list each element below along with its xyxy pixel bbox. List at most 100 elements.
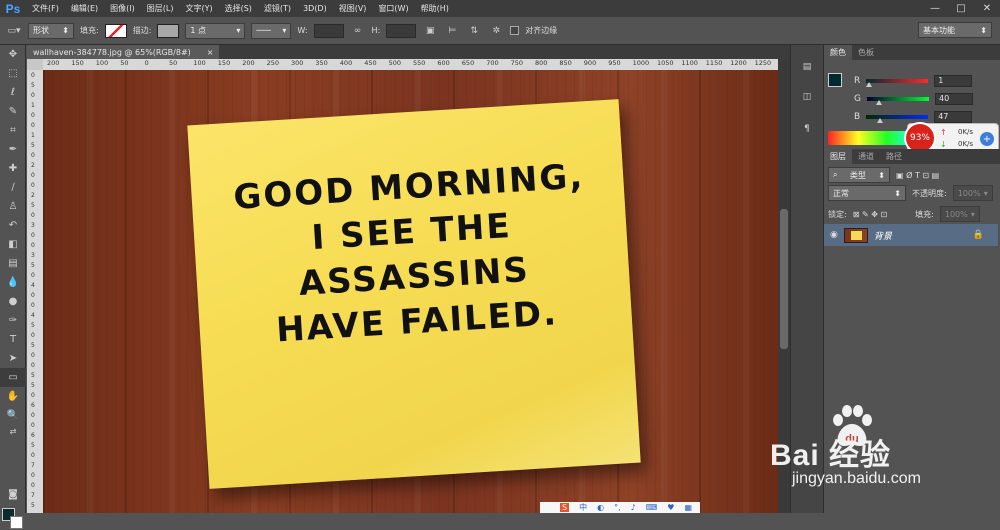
path-operations-icon[interactable]: ▣ [422, 23, 438, 39]
ime-menu-icon[interactable]: ▦ [684, 503, 692, 512]
stroke-swatch[interactable] [157, 23, 180, 38]
menu-layer[interactable]: 图层(L) [141, 3, 180, 14]
ime-moon-icon[interactable]: ◐ [597, 503, 604, 512]
history-brush-tool-icon[interactable]: ↶ [0, 216, 26, 235]
canvas[interactable]: GOOD MORNING, I SEE THE ASSASSINS HAVE F… [43, 70, 778, 513]
menu-window[interactable]: 窗口(W) [372, 3, 414, 14]
quick-select-tool-icon[interactable]: ✎ [0, 102, 26, 121]
fill-field[interactable]: 100% ▾ [939, 206, 980, 222]
path-select-tool-icon[interactable]: ➤ [0, 349, 26, 368]
scrollbar-thumb[interactable] [780, 209, 788, 349]
eyedropper-tool-icon[interactable]: ✒ [0, 140, 26, 159]
menu-edit[interactable]: 编辑(E) [65, 3, 104, 14]
tool-preset-icon[interactable]: ▭▾ [6, 23, 22, 39]
ime-mic-icon[interactable]: ♪ [631, 503, 636, 512]
plus-icon[interactable]: + [980, 132, 994, 146]
link-icon[interactable]: ∞ [350, 23, 366, 39]
g-slider[interactable] [866, 97, 929, 105]
tab-swatches[interactable]: 色板 [852, 45, 880, 60]
menu-file[interactable]: 文件(F) [26, 3, 65, 14]
layer-kind-dropdown[interactable]: ⌕ 类型 ⬍ [828, 167, 890, 183]
panel-foreground-color[interactable] [828, 73, 842, 87]
width-field[interactable] [313, 23, 344, 38]
ime-logo-icon[interactable]: S [560, 503, 570, 512]
pen-tool-icon[interactable]: ✑ [0, 311, 26, 330]
marquee-tool-icon[interactable]: ⬚ [0, 64, 26, 83]
tab-paths[interactable]: 路径 [880, 149, 908, 164]
brush-tool-icon[interactable]: ∕ [0, 178, 26, 197]
b-slider[interactable] [866, 115, 929, 123]
workspace-dropdown[interactable]: 基本功能 ⬍ [918, 22, 992, 38]
vertical-ruler[interactable]: 0 5 0 1 0 0 1 5 0 2 0 0 2 5 0 3 0 0 3 5 0 4 0 0 4 5 0 5 0 0 5 5 0 6 0 0 6 5 0 7… [27, 70, 43, 513]
menu-view[interactable]: 视图(V) [333, 3, 373, 14]
b-value-field[interactable]: 47 [934, 111, 973, 123]
r-slider[interactable] [866, 79, 929, 87]
rectangle-tool-icon[interactable]: ▭ [0, 368, 26, 387]
hand-tool-icon[interactable]: ✋ [0, 387, 26, 406]
lasso-tool-icon[interactable]: ℓ [0, 83, 26, 102]
tab-color[interactable]: 颜色 [824, 45, 852, 60]
gear-icon[interactable]: ✲ [488, 23, 504, 39]
ruler-tick-label: 250 [266, 59, 280, 67]
g-label: G [854, 94, 861, 104]
eye-icon[interactable]: ◉ [830, 230, 838, 240]
swap-colors-icon[interactable]: ⇄ [0, 425, 26, 437]
r-slider-knob[interactable] [866, 82, 873, 87]
paragraph-panel-icon[interactable]: ¶ [799, 121, 815, 137]
horizontal-ruler[interactable]: 200 150 100 50 0 50 100 150 200 250 300 350 400 450 50… [43, 59, 778, 70]
blend-mode-dropdown[interactable]: 正常 ⬍ [828, 185, 906, 201]
healing-brush-tool-icon[interactable]: ✚ [0, 159, 26, 178]
filter-icons[interactable]: ▣ Ø T ⊡ ▤ [896, 171, 939, 180]
align-edges-checkbox[interactable] [510, 26, 520, 35]
stroke-type-dropdown[interactable]: ─── ▾ [251, 22, 292, 39]
mode-dropdown[interactable]: 形状 ⬍ [28, 22, 74, 39]
menu-filter[interactable]: 滤镜(T) [258, 3, 297, 14]
ruler-tick-label: 0 [31, 452, 35, 459]
height-field[interactable] [386, 23, 417, 38]
document-tab[interactable]: wallhaven-384778.jpg @ 65%(RGB/8#) × [27, 45, 220, 59]
move-tool-icon[interactable]: ✥ [0, 45, 26, 64]
menu-3d[interactable]: 3D(D) [297, 4, 333, 13]
path-arrangement-icon[interactable]: ⇅ [466, 23, 482, 39]
ime-chinese-mode[interactable]: 中 [579, 502, 587, 513]
eraser-tool-icon[interactable]: ◧ [0, 235, 26, 254]
opacity-value: 100% [957, 188, 981, 198]
g-value-field[interactable]: 40 [934, 93, 973, 105]
quick-mask-icon[interactable]: ◙ [0, 485, 26, 504]
history-panel-icon[interactable]: ▤ [799, 59, 815, 75]
close-tab-icon[interactable]: × [207, 48, 214, 57]
crop-tool-icon[interactable]: ⌗ [0, 121, 26, 140]
ime-punct-icon[interactable]: °, [614, 503, 621, 512]
layer-row[interactable]: ◉ 背景 🔒 [824, 224, 998, 246]
clone-stamp-tool-icon[interactable]: ♙ [0, 197, 26, 216]
path-alignment-icon[interactable]: ⊨ [444, 23, 460, 39]
fill-swatch[interactable] [104, 23, 127, 38]
ime-keyboard-icon[interactable]: ⌨ [646, 503, 658, 512]
tab-layers[interactable]: 图层 [824, 149, 852, 164]
type-tool-icon[interactable]: T [0, 330, 26, 349]
menu-image[interactable]: 图像(I) [104, 3, 141, 14]
zoom-tool-icon[interactable]: 🔍 [0, 406, 26, 425]
color-swatches[interactable] [2, 508, 24, 530]
menu-select[interactable]: 选择(S) [219, 3, 258, 14]
maximize-button[interactable]: □ [948, 0, 974, 17]
ime-skin-icon[interactable]: ♥ [667, 503, 674, 512]
r-value-field[interactable]: 1 [934, 75, 973, 87]
opacity-field[interactable]: 100% ▾ [952, 185, 993, 201]
tab-channels[interactable]: 通道 [852, 149, 880, 164]
ruler-tick-label: 1 [31, 102, 35, 109]
stroke-width-dropdown[interactable]: 1 点 ▾ [185, 22, 246, 39]
dodge-tool-icon[interactable]: ● [0, 292, 26, 311]
lock-icons[interactable]: ⊠ ✎ ✥ ⊡ [853, 210, 887, 219]
minimize-button[interactable]: — [922, 0, 948, 17]
close-button[interactable]: ✕ [974, 0, 1000, 17]
g-slider-knob[interactable] [875, 100, 882, 105]
menu-help[interactable]: 帮助(H) [415, 3, 455, 14]
gradient-tool-icon[interactable]: ▤ [0, 254, 26, 273]
properties-panel-icon[interactable]: ◫ [799, 89, 815, 105]
background-color[interactable] [10, 516, 23, 529]
menu-type[interactable]: 文字(Y) [179, 3, 218, 14]
ruler-tick-label: 5 [31, 202, 35, 209]
blur-tool-icon[interactable]: 💧 [0, 273, 26, 292]
b-slider-knob[interactable] [877, 118, 884, 123]
